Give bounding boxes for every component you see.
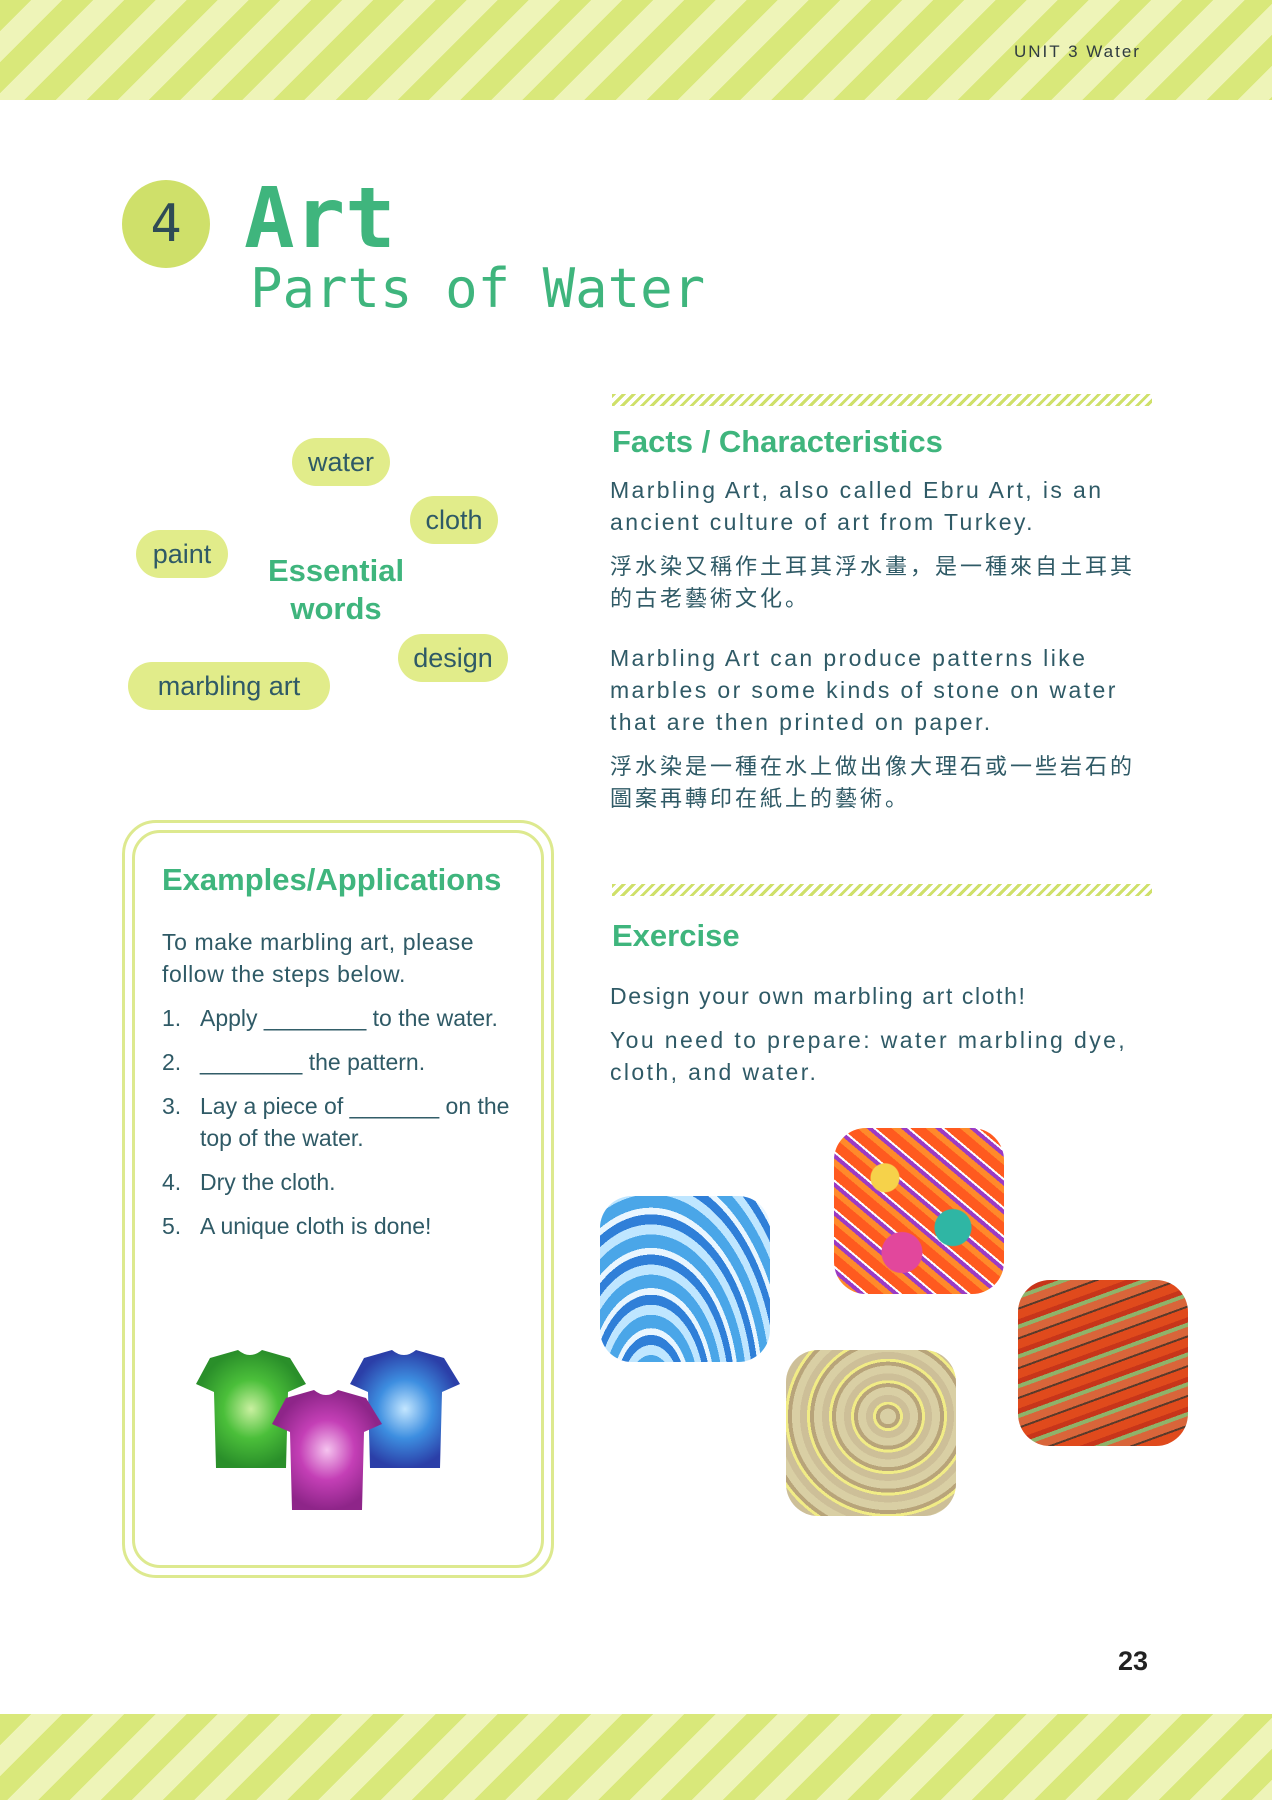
facts-paragraph-1-en: Marbling Art, also called Ebru Art, is a…: [610, 477, 1104, 535]
marbling-sample-red-stripes: [1018, 1280, 1188, 1446]
marbling-sample-beige: [786, 1350, 956, 1516]
marbling-sample-multicolor: [834, 1128, 1004, 1294]
tie-dye-shirts-illustration: [196, 1350, 460, 1510]
facts-paragraph-2-zh: 浮水染是一種在水上做出像大理石或一些岩石的圖案再轉印在紙上的藝術。: [610, 755, 1136, 812]
word-chip-water: water: [292, 438, 390, 486]
chapter-subtitle: Parts of Water: [250, 257, 706, 320]
chapter-title: Art: [244, 169, 396, 267]
exercise-title: Exercise: [612, 918, 740, 953]
step-item: 1. Apply ________ to the water.: [162, 1005, 498, 1031]
chapter-number: 4: [122, 180, 210, 268]
exercise-line-2: You need to prepare: water marbling dye,…: [610, 1027, 1128, 1085]
section-divider: [612, 394, 1152, 406]
word-chip-paint: paint: [136, 530, 228, 578]
footer-stripe: [0, 1714, 1272, 1800]
word-chip-marbling-art: marbling art: [128, 662, 330, 710]
examples-intro: To make marbling art, please follow the …: [162, 929, 475, 987]
word-chip-design: design: [398, 634, 508, 682]
step-item: 2. ________ the pattern.: [162, 1049, 426, 1075]
step-item: 4. Dry the cloth.: [162, 1169, 336, 1195]
step-item: 5. A unique cloth is done!: [162, 1213, 432, 1239]
marbling-sample-blue: [600, 1196, 770, 1362]
word-chip-cloth: cloth: [410, 496, 498, 544]
essential-words-heading: Essential words: [267, 553, 405, 626]
facts-paragraph-1-zh: 浮水染又稱作土耳其浮水畫，是一種來自土耳其的古老藝術文化。: [610, 555, 1136, 612]
pink-shirt: [272, 1390, 382, 1510]
examples-title: Examples/Applications: [162, 862, 502, 897]
section-divider: [612, 884, 1152, 896]
exercise-line-1: Design your own marbling art cloth!: [610, 983, 1027, 1009]
steps-list: 1. Apply ________ to the water. 2. _______…: [162, 1002, 522, 1254]
step-item: 3. Lay a piece of _______ on the top of t…: [162, 1093, 510, 1151]
facts-title: Facts / Characteristics: [612, 424, 943, 459]
page-number: 23: [1118, 1646, 1149, 1676]
facts-paragraph-2-en: Marbling Art can produce patterns like m…: [610, 645, 1118, 735]
unit-label: UNIT 3 Water: [1014, 42, 1141, 61]
